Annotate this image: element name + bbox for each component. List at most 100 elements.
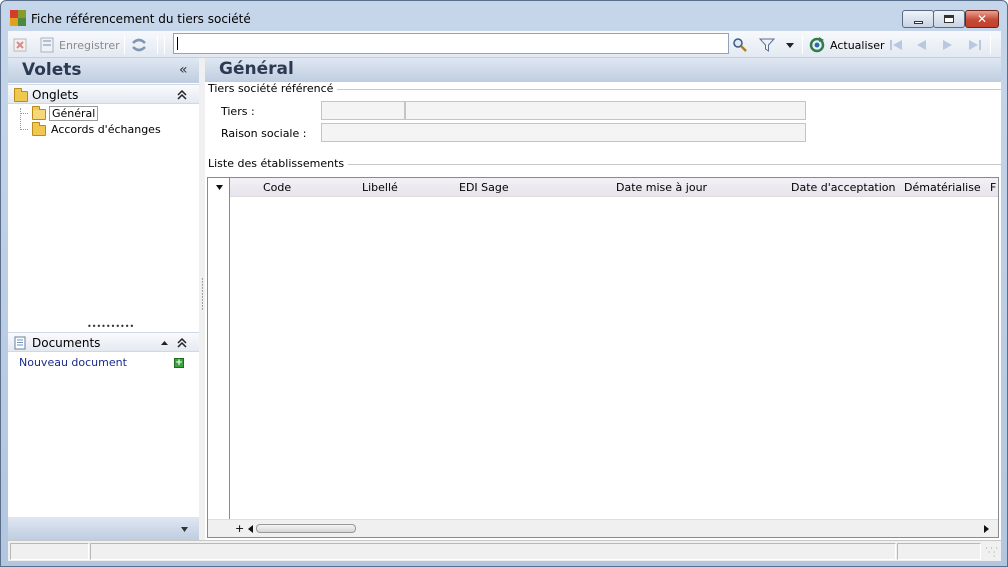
row-selector-column[interactable] (208, 178, 230, 537)
page-title: Général (219, 59, 294, 79)
last-record-icon (969, 40, 981, 50)
page-header: Général (205, 58, 1001, 82)
title-bar[interactable]: Fiche référencement du tiers société ✕ (1, 1, 1007, 31)
minimize-button[interactable] (902, 10, 934, 28)
funnel-icon (759, 38, 775, 52)
folder-icon (32, 122, 46, 136)
group-border (325, 164, 1001, 165)
filter-button[interactable] (759, 35, 775, 55)
main-content: Général Tiers société référencé Tiers : … (205, 58, 1001, 540)
group-border (315, 89, 1001, 90)
toolbar-separator (990, 35, 991, 54)
side-panel: Volets « Onglets Général Accords d'échan… (8, 58, 199, 540)
column-header-code[interactable]: Code (263, 181, 291, 194)
status-cell (90, 543, 896, 560)
refresh-button[interactable]: Actualiser (809, 35, 885, 55)
app-icon (10, 10, 26, 26)
close-button[interactable]: ✕ (965, 10, 999, 28)
toolbar: Enregistrer Actualiser (8, 31, 1001, 58)
onglets-header[interactable]: Onglets (8, 84, 199, 104)
add-document-icon[interactable]: + (174, 358, 184, 368)
vertical-splitter[interactable]: · · · · · · · · · · · (201, 276, 204, 315)
search-input[interactable] (173, 33, 729, 54)
toolbar-separator (157, 35, 158, 54)
panel-footer (8, 517, 199, 540)
sync-button[interactable] (131, 35, 147, 55)
save-label: Enregistrer (59, 38, 120, 52)
volets-title: Volets (22, 60, 82, 80)
maximize-icon (944, 15, 954, 23)
chevron-down-icon[interactable] (180, 526, 189, 533)
tiers-label: Tiers : (221, 105, 255, 118)
raison-sociale-field[interactable] (321, 123, 806, 142)
column-chooser-icon[interactable] (215, 184, 224, 191)
tiers-code-field[interactable] (321, 101, 405, 120)
tab-accords-echanges[interactable]: Accords d'échanges (51, 123, 161, 136)
maximize-button[interactable] (933, 10, 965, 28)
tree-connector (20, 129, 28, 130)
raison-sociale-label: Raison sociale : (221, 127, 307, 140)
save-button[interactable]: Enregistrer (39, 35, 120, 55)
chevron-up-icon[interactable] (160, 339, 169, 347)
open-folder-icon (32, 106, 46, 120)
column-header-libelle[interactable]: Libellé (362, 181, 398, 194)
grid-header: Code Libellé EDI Sage Date mise à jour D… (208, 178, 998, 197)
tiers-group-title: Tiers société référencé (208, 82, 338, 95)
column-header-date-acceptation[interactable]: Date d'acceptation (791, 181, 896, 194)
close-icon: ✕ (976, 12, 988, 26)
collapse-panel-button[interactable]: « (179, 62, 188, 78)
next-record-icon (943, 40, 952, 50)
scroll-left-icon[interactable] (248, 525, 254, 533)
delete-button[interactable] (13, 35, 27, 55)
toolbar-separator (802, 35, 803, 54)
first-record-icon (890, 40, 902, 50)
grid-footer: + (208, 519, 998, 537)
tree-connector (20, 108, 21, 130)
first-record-button[interactable] (888, 35, 904, 55)
text-caret (177, 37, 178, 50)
filter-dropdown-button[interactable] (785, 35, 795, 55)
column-header-truncated[interactable]: F (990, 181, 998, 194)
minimize-icon (913, 20, 923, 24)
save-icon (40, 37, 54, 53)
document-icon (14, 336, 26, 350)
status-bar: · · · · · · (8, 540, 1001, 561)
previous-record-icon (917, 40, 926, 50)
horizontal-scrollbar-thumb[interactable] (256, 524, 356, 533)
column-header-dematerialise[interactable]: Dématérialise (904, 181, 981, 194)
magnifier-icon (733, 38, 747, 52)
add-row-button[interactable]: + (235, 522, 244, 535)
status-cell (10, 543, 89, 560)
scroll-right-icon[interactable] (984, 525, 990, 533)
previous-record-button[interactable] (914, 35, 928, 55)
etablissements-title: Liste des établissements (208, 157, 349, 170)
onglets-title: Onglets (32, 88, 79, 102)
tiers-name-field[interactable] (405, 101, 806, 120)
tree-connector (20, 113, 28, 114)
documents-header[interactable]: Documents (8, 332, 199, 352)
volets-header: Volets « (8, 58, 199, 83)
documents-title: Documents (32, 336, 101, 350)
etablissements-grid[interactable]: Code Libellé EDI Sage Date mise à jour D… (207, 177, 999, 538)
tab-general[interactable]: Général (49, 106, 99, 121)
column-header-edi-sage[interactable]: EDI Sage (459, 181, 509, 194)
new-document-link[interactable]: Nouveau document (19, 356, 127, 369)
double-chevron-up-icon[interactable] (177, 338, 187, 348)
refresh-icon (132, 38, 146, 52)
next-record-button[interactable] (941, 35, 955, 55)
toolbar-separator (164, 35, 165, 54)
splitter-grip[interactable]: •••••••••• (87, 322, 134, 331)
last-record-button[interactable] (967, 35, 983, 55)
application-window: Fiche référencement du tiers société ✕ E… (0, 0, 1008, 567)
window-title: Fiche référencement du tiers société (31, 12, 251, 26)
status-cell (897, 543, 981, 560)
resize-grip[interactable]: · · · · · · (985, 545, 998, 561)
double-chevron-up-icon[interactable] (177, 90, 187, 100)
search-button[interactable] (732, 35, 748, 55)
caret-down-icon (786, 43, 794, 48)
client-area: Enregistrer Actualiser Volets « Onglets … (8, 31, 1001, 561)
delete-icon (13, 38, 27, 52)
column-header-date-maj[interactable]: Date mise à jour (616, 181, 707, 194)
toolbar-separator (124, 35, 125, 54)
folder-icon (14, 88, 28, 102)
